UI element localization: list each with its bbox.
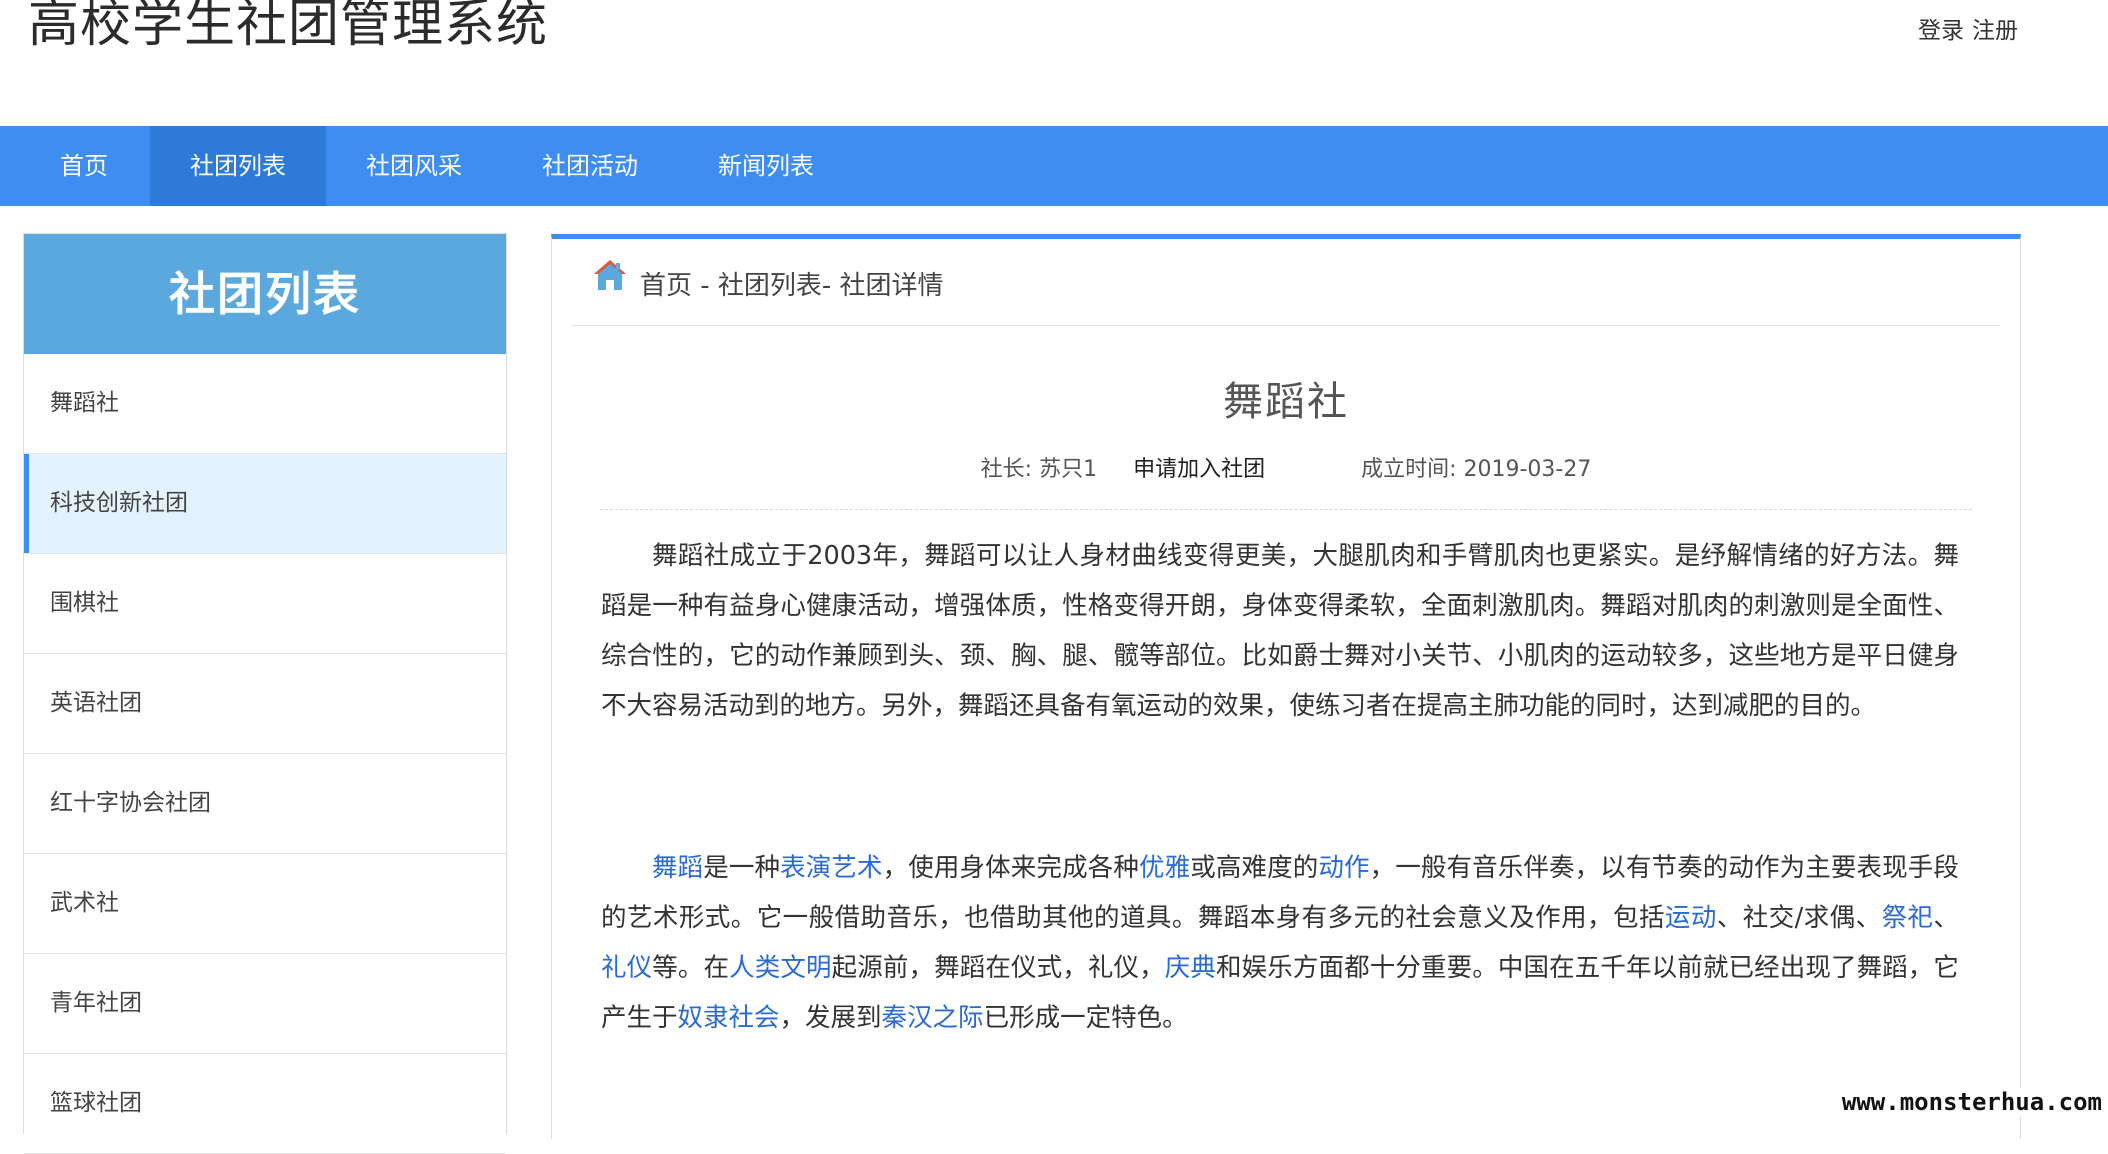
breadcrumb-divider xyxy=(572,325,2000,326)
president-label: 社长: xyxy=(980,457,1033,482)
inline-link[interactable]: 运动 xyxy=(1665,903,1717,933)
inline-text: 等。在 xyxy=(652,953,730,983)
sidebar-item-martial-arts[interactable]: 武术社 xyxy=(24,854,506,954)
inline-text: ，使用身体来完成各种 xyxy=(882,853,1139,883)
inline-text: 起源前，舞蹈在仪式，礼仪， xyxy=(831,953,1165,983)
club-description: 舞蹈社成立于2003年，舞蹈可以让人身材曲线变得更美，大腿肌肉和手臂肌肉也更紧实… xyxy=(601,531,1959,731)
inline-link[interactable]: 礼仪 xyxy=(601,953,652,983)
site-header: 高校学生社团管理系统 登录 注册 xyxy=(0,0,2108,126)
nav-item-club-showcase[interactable]: 社团风采 xyxy=(326,126,502,206)
nav-item-home[interactable]: 首页 xyxy=(32,126,136,206)
nav-item-news-list[interactable]: 新闻列表 xyxy=(678,126,854,206)
inline-link[interactable]: 舞蹈 xyxy=(652,853,703,883)
login-link[interactable]: 登录 xyxy=(1918,18,1964,44)
description-paragraph-2: 舞蹈是一种表演艺术，使用身体来完成各种优雅或高难度的动作，一般有音乐伴奏，以有节… xyxy=(601,843,1959,1043)
meta-divider xyxy=(600,509,1972,510)
inline-text: 已形成一定特色。 xyxy=(983,1003,1188,1033)
sidebar-title: 社团列表 xyxy=(24,234,506,354)
inline-link[interactable]: 奴隶社会 xyxy=(678,1003,780,1033)
sidebar-item-youth[interactable]: 青年社团 xyxy=(24,954,506,1054)
inline-text: 、 xyxy=(1933,903,1959,933)
sidebar: 社团列表 舞蹈社 科技创新社团 围棋社 英语社团 红十字协会社团 武术社 青年社… xyxy=(23,233,507,1154)
sidebar-item-go[interactable]: 围棋社 xyxy=(24,554,506,654)
inline-link[interactable]: 优雅 xyxy=(1139,853,1190,883)
inline-text: 或高难度的 xyxy=(1190,853,1319,883)
description-paragraph-1: 舞蹈社成立于2003年，舞蹈可以让人身材曲线变得更美，大腿肌肉和手臂肌肉也更紧实… xyxy=(601,541,1959,721)
breadcrumb: 首页 - 社团列表- 社团详情 xyxy=(592,258,944,311)
sidebar-item-english[interactable]: 英语社团 xyxy=(24,654,506,754)
inline-link[interactable]: 祭祀 xyxy=(1882,903,1934,933)
sidebar-item-basketball[interactable]: 篮球社团 xyxy=(24,1054,506,1154)
user-links: 登录 注册 xyxy=(1910,11,2018,45)
nav-item-club-activities[interactable]: 社团活动 xyxy=(502,126,678,206)
dance-introduction: 舞蹈是一种表演艺术，使用身体来完成各种优雅或高难度的动作，一般有音乐伴奏，以有节… xyxy=(601,843,1959,1043)
inline-text: 是一种 xyxy=(703,853,781,883)
nav-item-club-list[interactable]: 社团列表 xyxy=(150,126,326,206)
inline-text: ，发展到 xyxy=(779,1003,882,1033)
breadcrumb-text: 首页 - 社团列表- 社团详情 xyxy=(640,271,944,301)
club-detail-panel: 首页 - 社团列表- 社团详情 舞蹈社 社长: 苏只1 申请加入社团 成立时间:… xyxy=(551,234,2021,1139)
inline-link[interactable]: 庆典 xyxy=(1165,953,1216,983)
inline-link[interactable]: 秦汉之际 xyxy=(882,1003,984,1033)
sidebar-list: 舞蹈社 科技创新社团 围棋社 英语社团 红十字协会社团 武术社 青年社团 篮球社… xyxy=(24,354,506,1154)
inline-link[interactable]: 动作 xyxy=(1318,853,1369,883)
home-icon[interactable] xyxy=(592,258,628,309)
inline-text: 、社交/求偶、 xyxy=(1716,903,1882,933)
register-link[interactable]: 注册 xyxy=(1972,18,2018,44)
founded-date: 2019-03-27 xyxy=(1463,457,1592,482)
sidebar-item-tech-innovation[interactable]: 科技创新社团 xyxy=(24,454,506,554)
club-name: 舞蹈社 xyxy=(1223,379,1349,425)
watermark: www.monsterhua.com xyxy=(1837,1088,2106,1116)
president-name: 苏只1 xyxy=(1039,457,1098,482)
club-meta: 社长: 苏只1 申请加入社团 成立时间: 2019-03-27 xyxy=(552,451,2020,483)
join-club-link[interactable]: 申请加入社团 xyxy=(1133,457,1265,482)
founded-label: 成立时间: xyxy=(1361,457,1457,482)
sidebar-item-dance[interactable]: 舞蹈社 xyxy=(24,354,506,454)
sidebar-item-red-cross[interactable]: 红十字协会社团 xyxy=(24,754,506,854)
main-nav: 首页 社团列表 社团风采 社团活动 新闻列表 xyxy=(0,126,2108,206)
site-title: 高校学生社团管理系统 xyxy=(28,0,549,54)
inline-link[interactable]: 人类文明 xyxy=(729,953,832,983)
inline-link[interactable]: 表演艺术 xyxy=(780,853,883,883)
